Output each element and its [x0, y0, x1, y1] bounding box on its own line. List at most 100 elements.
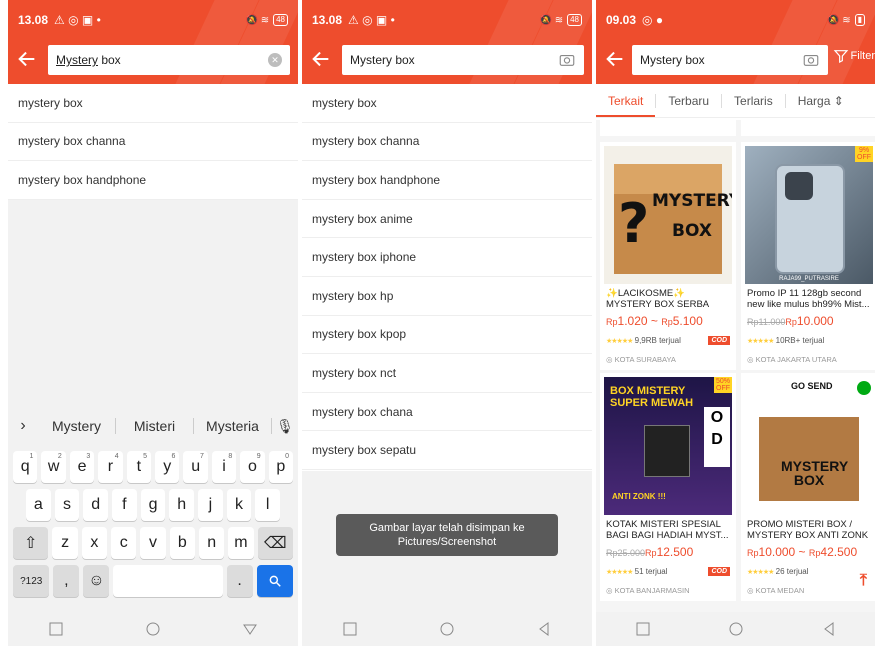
key-i[interactable]: i8 — [211, 451, 237, 483]
suggestion-item[interactable]: mystery box anime — [302, 199, 592, 239]
screen-search-suggestions: 13.08 ⚠ ◎ ▣ • 🔕 ≋ 48 Mystery box mystery… — [302, 0, 592, 646]
suggestion-item[interactable]: mystery box handphone — [8, 161, 298, 200]
home-icon[interactable] — [439, 621, 455, 637]
back-arrow-icon[interactable] — [604, 48, 626, 70]
home-icon[interactable] — [145, 621, 161, 637]
prediction-word[interactable]: Mysteria — [194, 418, 272, 434]
product-card[interactable]: MYSTERY BOX GO SEND PROMO MISTERI BOX / MYS… — [741, 373, 875, 601]
home-icon[interactable] — [728, 621, 744, 637]
empty-area — [8, 200, 298, 407]
product-location: ◎ KOTA BANJARMASIN — [606, 586, 690, 595]
key-h[interactable]: h — [169, 489, 195, 521]
key-k[interactable]: k — [226, 489, 252, 521]
key-q[interactable]: q1 — [13, 451, 38, 483]
shift-key[interactable]: ⇧ — [13, 527, 49, 559]
key-o[interactable]: o9 — [240, 451, 265, 483]
period-key[interactable]: . — [226, 565, 253, 597]
suggestion-item[interactable]: mystery box nct — [302, 354, 592, 393]
star-rating-icon: ★★★★★ — [747, 569, 774, 576]
prediction-word[interactable]: Misteri — [116, 418, 194, 434]
toast-line-2: Pictures/Screenshot — [397, 536, 497, 548]
prediction-word[interactable]: Mystery — [38, 418, 116, 434]
old-price: Rp11.000 — [747, 317, 786, 327]
search-input[interactable]: Mystery box — [632, 45, 828, 75]
notification-icons: ◎ ● — [642, 13, 664, 27]
search-input[interactable]: Mystery box — [342, 45, 584, 75]
back-nav-icon[interactable] — [821, 621, 837, 637]
product-card[interactable]: RAJA99_PUTRASIRE 9% OFF Promo IP 11 128gb … — [741, 142, 875, 370]
key-row-3: ⇧ zxcvbnm ⌫ — [8, 527, 298, 559]
product-card[interactable]: BOX MISTERY SUPER MEWAH ANTI ZONK !!! O D 50… — [600, 373, 736, 601]
symbols-key[interactable]: ?123 — [13, 565, 50, 597]
suggestion-item[interactable]: mystery box kpop — [302, 315, 592, 355]
key-t[interactable]: t5 — [126, 451, 152, 483]
suggestion-item[interactable]: mystery box chana — [302, 392, 592, 432]
clear-search-icon[interactable]: ✕ — [268, 53, 282, 67]
suggestion-item[interactable]: mystery box hp — [302, 276, 592, 316]
search-text: Mystery box — [640, 53, 705, 67]
key-f[interactable]: f — [112, 489, 137, 521]
key-z[interactable]: z — [52, 527, 78, 559]
emoji-key[interactable]: ☺ — [83, 565, 110, 597]
key-b[interactable]: b — [169, 527, 195, 559]
key-s[interactable]: s — [54, 489, 80, 521]
product-image: BOX MISTERY SUPER MEWAH ANTI ZONK !!! O D — [604, 377, 732, 515]
key-p[interactable]: p0 — [268, 451, 294, 483]
rating-sold: ★★★★★ 26 terjual — [747, 567, 809, 576]
back-nav-icon[interactable] — [536, 621, 552, 637]
notification-icons: ⚠ ◎ ▣ • — [54, 13, 101, 27]
suggestion-item[interactable]: mystery box channa — [302, 122, 592, 162]
key-r[interactable]: r4 — [98, 451, 123, 483]
scroll-top-icon[interactable]: ⤒ — [860, 572, 867, 590]
search-key[interactable] — [256, 565, 294, 597]
suggestion-item[interactable]: mystery box iphone — [302, 238, 592, 277]
price: 1.020 — [617, 314, 648, 328]
space-key[interactable] — [113, 565, 223, 597]
back-arrow-icon[interactable] — [310, 48, 332, 70]
suggestion-item[interactable]: mystery box — [302, 84, 592, 123]
suggestion-item[interactable]: mystery box handphone — [302, 161, 592, 200]
key-c[interactable]: c — [111, 527, 137, 559]
key-a[interactable]: a — [26, 489, 51, 521]
tab-terlaris[interactable]: Terlaris — [722, 94, 785, 108]
backspace-key[interactable]: ⌫ — [257, 527, 294, 559]
key-d[interactable]: d — [83, 489, 109, 521]
product-card[interactable]: ?MYSTERY BOX ✨LACIKOSME✨ MYSTERY BOX SERB… — [600, 142, 736, 370]
comma-key[interactable]: , — [53, 565, 80, 597]
recent-apps-icon[interactable] — [342, 621, 358, 637]
key-x[interactable]: x — [81, 527, 108, 559]
search-header: 09.03 ◎ ● 🔕 ≋ ▮ Mystery box Filter — [596, 0, 875, 84]
filter-button[interactable]: Filter — [833, 48, 875, 64]
hide-keyboard-icon[interactable] — [242, 621, 258, 637]
microphone-icon[interactable]: 🎙 — [272, 418, 298, 435]
key-y[interactable]: y6 — [155, 451, 180, 483]
expand-chevron-icon[interactable]: › — [8, 417, 38, 435]
suggestion-item[interactable]: mystery box — [8, 84, 298, 123]
key-v[interactable]: v — [140, 527, 166, 559]
status-time: 13.08 — [18, 13, 49, 27]
key-w[interactable]: w2 — [41, 451, 66, 483]
back-arrow-icon[interactable] — [16, 48, 38, 70]
key-m[interactable]: m — [228, 527, 254, 559]
tab-terkait[interactable]: Terkait — [596, 85, 656, 117]
key-l[interactable]: l — [255, 489, 281, 521]
tab-harga[interactable]: Harga ⇕ — [786, 94, 856, 108]
suggestion-item[interactable]: mystery box channa — [8, 122, 298, 162]
cod-badge: COD — [708, 336, 730, 345]
product-title: Promo IP 11 128gb second new like mulus … — [747, 288, 870, 310]
key-u[interactable]: u7 — [183, 451, 208, 483]
key-e[interactable]: e3 — [69, 451, 95, 483]
suggestion-item[interactable]: mystery box sepatu — [302, 431, 592, 470]
product-card-partial[interactable] — [600, 120, 736, 136]
camera-icon[interactable] — [558, 51, 576, 69]
search-input[interactable]: Mystery box ✕ — [48, 45, 290, 75]
tab-terbaru[interactable]: Terbaru — [656, 94, 721, 108]
system-icons: 🔕 ≋ ▮ — [827, 14, 865, 26]
recent-apps-icon[interactable] — [48, 621, 64, 637]
product-card-partial[interactable] — [741, 120, 875, 136]
recent-apps-icon[interactable] — [635, 621, 651, 637]
camera-icon[interactable] — [802, 51, 820, 69]
key-n[interactable]: n — [198, 527, 225, 559]
key-j[interactable]: j — [198, 489, 223, 521]
key-g[interactable]: g — [140, 489, 166, 521]
